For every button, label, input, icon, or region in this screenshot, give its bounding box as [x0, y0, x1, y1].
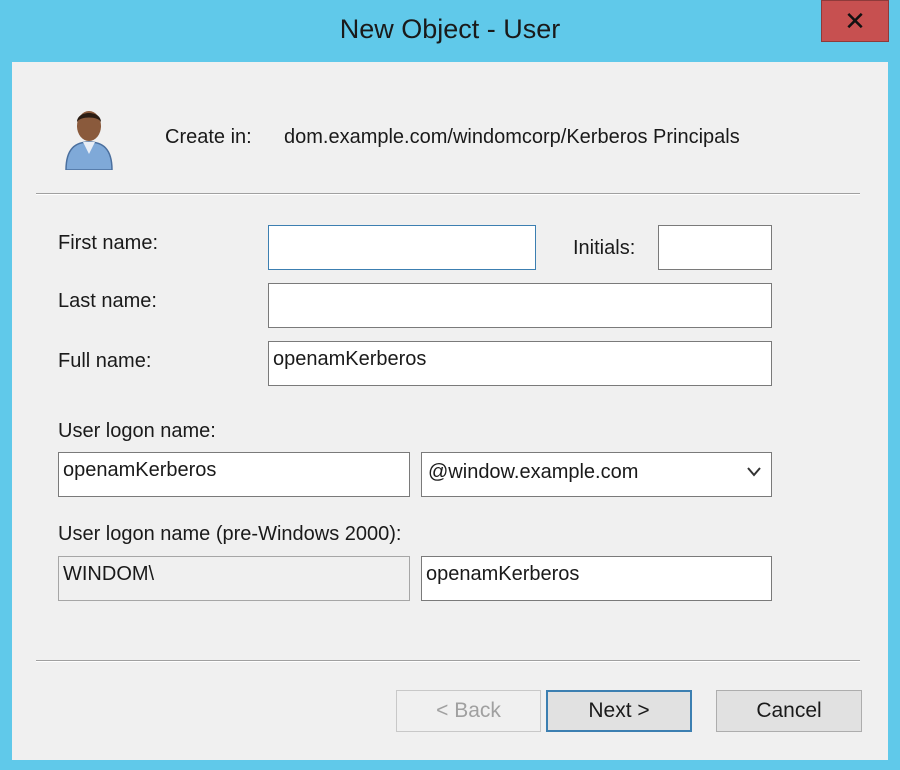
- title-bar[interactable]: New Object - User ✕: [0, 0, 900, 62]
- domain-suffix-value: @window.example.com: [428, 461, 639, 483]
- next-button[interactable]: Next >: [546, 690, 692, 732]
- full-name-label: Full name:: [58, 350, 152, 372]
- first-name-label: First name:: [58, 232, 159, 254]
- create-in-path: dom.example.com/windomcorp/Kerberos Prin…: [284, 126, 740, 148]
- last-name-label: Last name:: [58, 290, 157, 312]
- pre2000-label: User logon name (pre-Windows 2000):: [58, 523, 402, 545]
- pre2000-domain-field: WINDOM\: [58, 556, 410, 601]
- full-name-field[interactable]: openamKerberos: [268, 341, 772, 386]
- logon-name-label: User logon name:: [58, 420, 216, 442]
- close-icon: ✕: [844, 6, 866, 36]
- initials-label: Initials:: [573, 237, 636, 259]
- window-title: New Object - User: [339, 14, 561, 44]
- user-icon: [65, 111, 113, 170]
- domain-suffix-dropdown[interactable]: @window.example.com: [421, 452, 772, 497]
- footer-divider: [36, 660, 860, 662]
- chevron-down-icon: [747, 467, 761, 477]
- first-name-field[interactable]: [268, 225, 536, 270]
- cancel-button[interactable]: Cancel: [716, 690, 862, 732]
- create-in-label: Create in:: [165, 126, 252, 148]
- dialog-body: Create in: dom.example.com/windomcorp/Ke…: [12, 62, 888, 760]
- logon-name-field[interactable]: openamKerberos: [58, 452, 410, 497]
- header-divider: [36, 193, 860, 195]
- initials-field[interactable]: [658, 225, 772, 270]
- pre2000-user-field[interactable]: openamKerberos: [421, 556, 772, 601]
- last-name-field[interactable]: [268, 283, 772, 328]
- close-button[interactable]: ✕: [821, 0, 889, 42]
- back-button[interactable]: < Back: [396, 690, 541, 732]
- dialog-window: New Object - User ✕ Create in: dom.examp…: [0, 0, 900, 770]
